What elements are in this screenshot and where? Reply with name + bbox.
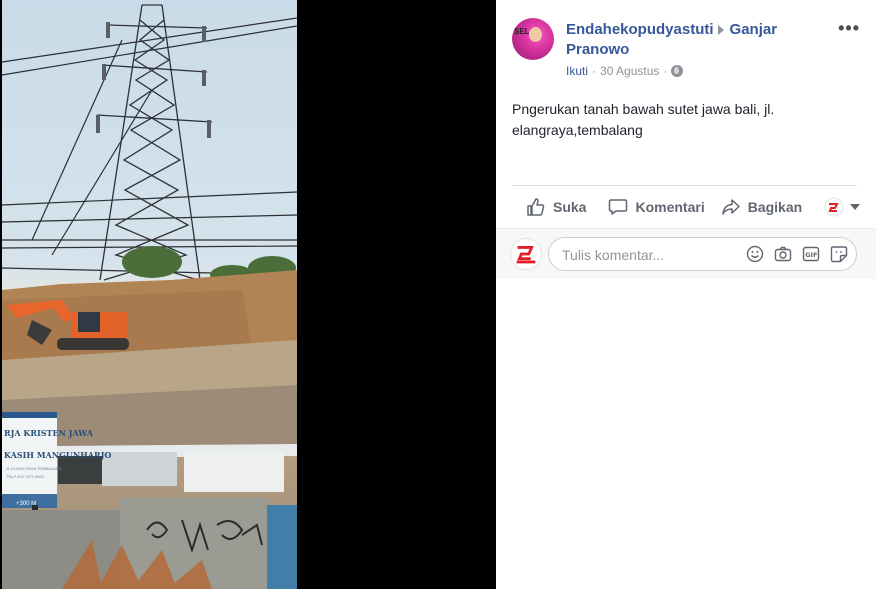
post-meta: Ikuti · 30 Agustus · (566, 64, 684, 78)
page-logo-icon (516, 246, 536, 264)
svg-text:JL ELANG RAYA TEMBALANG: JL ELANG RAYA TEMBALANG (6, 466, 62, 471)
page-logo-icon (824, 197, 844, 217)
page-selector[interactable] (818, 197, 866, 217)
like-label: Suka (553, 199, 587, 215)
photo-image: RJA KRISTEN JAWA KASIH MANGUNHARJO JL EL… (2, 4, 297, 589)
speech-bubble-icon (609, 199, 628, 215)
follow-link[interactable]: Ikuti (566, 64, 588, 78)
thumbs-up-icon (527, 198, 545, 216)
comment-label: Komentari (635, 199, 705, 215)
emoji-icon[interactable] (746, 245, 764, 263)
globe-icon[interactable] (671, 65, 684, 77)
post-text: Pngerukan tanah bawah sutet jawa bali, j… (512, 101, 775, 138)
photo-viewer[interactable]: RJA KRISTEN JAWA KASIH MANGUNHARJO JL EL… (0, 0, 496, 589)
more-options-button[interactable]: ••• (838, 18, 860, 39)
share-label: Bagikan (747, 199, 803, 215)
share-arrow-icon (721, 199, 740, 215)
meta-separator: · (592, 64, 597, 78)
caret-down-icon (850, 204, 861, 210)
share-button[interactable]: Bagikan (715, 197, 808, 217)
comment-tools: GIF (746, 245, 848, 263)
gif-icon[interactable]: GIF (802, 245, 820, 263)
comment-input[interactable]: Tulis komentar... GIF (548, 237, 857, 271)
camera-icon[interactable] (774, 245, 792, 263)
author-name-link[interactable]: Endahekopudyastuti (566, 21, 714, 38)
svg-text:TELP 024 7472 0000: TELP 024 7472 0000 (6, 474, 45, 479)
comment-composer: Tulis komentar... GIF (496, 228, 876, 279)
post-actions: Suka Komentari Bagikan (512, 186, 861, 228)
triangle-right-icon (717, 24, 724, 35)
like-button[interactable]: Suka (520, 197, 592, 217)
sticker-icon[interactable] (830, 245, 848, 263)
commenter-avatar[interactable] (510, 238, 542, 270)
svg-text:RJA KRISTEN JAWA: RJA KRISTEN JAWA (4, 428, 94, 438)
comment-placeholder: Tulis komentar... (562, 247, 665, 263)
post-header: SELA Endahekopudyastuti Ganjar Pranowo Ik… (512, 16, 860, 86)
post-date[interactable]: 30 Agustus (600, 64, 659, 78)
post-author-line: Endahekopudyastuti Ganjar Pranowo (566, 20, 816, 60)
svg-text:KASIH MANGUNHARJO: KASIH MANGUNHARJO (4, 450, 111, 460)
svg-text:GIF: GIF (805, 251, 817, 259)
post-panel: SELA Endahekopudyastuti Ganjar Pranowo Ik… (496, 0, 876, 589)
meta-separator: · (663, 64, 668, 78)
post-photo[interactable]: RJA KRISTEN JAWA KASIH MANGUNHARJO JL EL… (2, 0, 297, 589)
comment-button[interactable]: Komentari (602, 197, 710, 217)
author-avatar[interactable]: SELA (512, 18, 554, 60)
